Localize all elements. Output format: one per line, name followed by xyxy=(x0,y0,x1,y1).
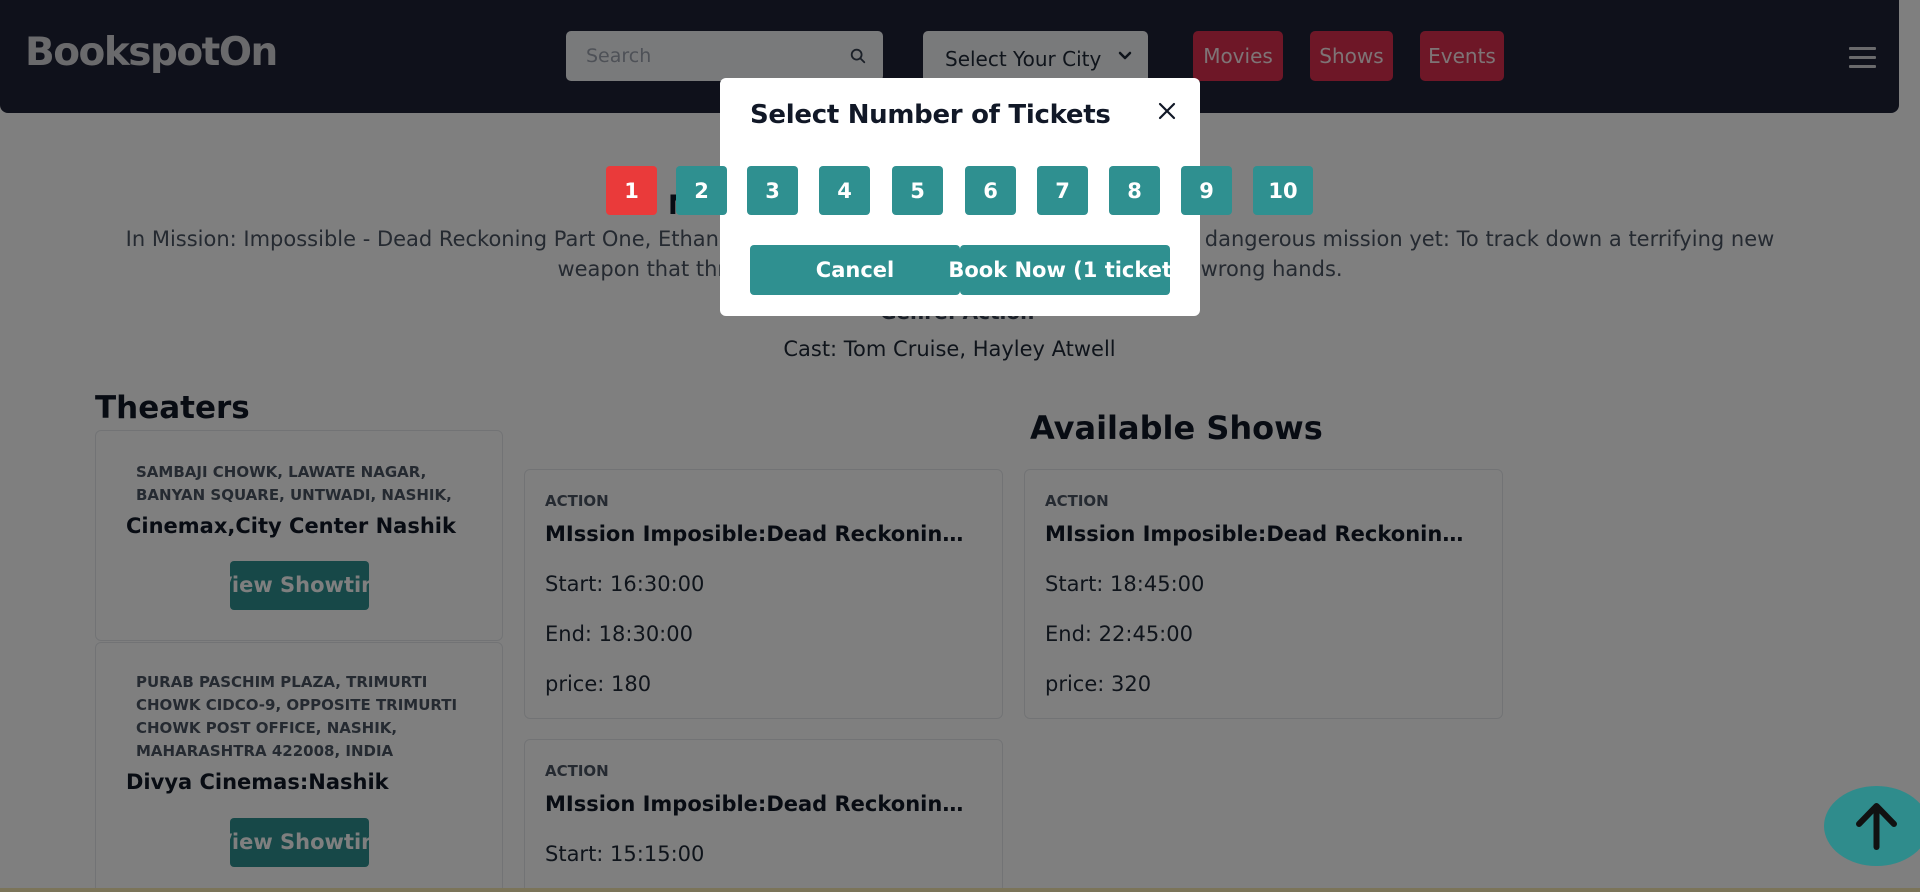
ticket-count-8-button[interactable]: 8 xyxy=(1109,166,1160,215)
ticket-count-modal: Select Number of Tickets 1 2 3 4 5 6 7 8… xyxy=(606,78,1313,316)
book-now-button[interactable]: Book Now (1 ticket) xyxy=(948,245,1182,295)
cancel-button[interactable]: Cancel xyxy=(750,245,960,295)
ticket-count-2-button[interactable]: 2 xyxy=(676,166,727,215)
modal-title: Select Number of Tickets xyxy=(750,100,1111,130)
ticket-count-6-button[interactable]: 6 xyxy=(965,166,1016,215)
ticket-count-3-button[interactable]: 3 xyxy=(747,166,798,215)
ticket-count-5-button[interactable]: 5 xyxy=(892,166,943,215)
ticket-count-9-button[interactable]: 9 xyxy=(1181,166,1232,215)
ticket-count-1-button[interactable]: 1 xyxy=(606,166,657,215)
scroll-to-top-button[interactable] xyxy=(1824,786,1920,866)
ticket-count-7-button[interactable]: 7 xyxy=(1037,166,1088,215)
ticket-count-10-button[interactable]: 10 xyxy=(1253,166,1313,215)
ticket-count-4-button[interactable]: 4 xyxy=(819,166,870,215)
arrow-up-icon xyxy=(1856,803,1897,850)
close-icon[interactable] xyxy=(1154,98,1180,124)
